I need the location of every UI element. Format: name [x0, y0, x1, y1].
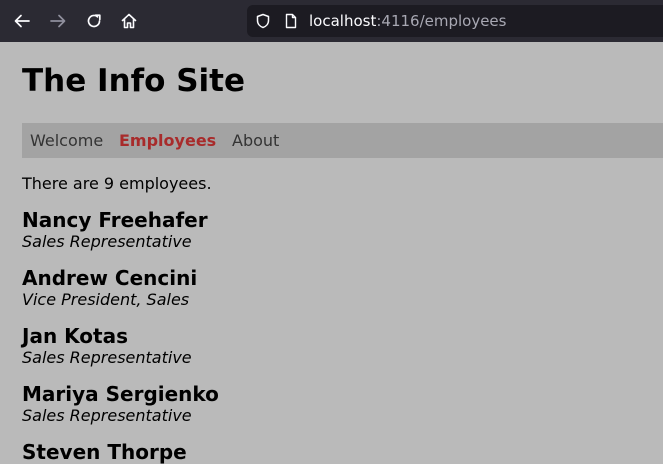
site-title: The Info Site	[22, 63, 246, 99]
nav-link-about[interactable]: About	[232, 131, 279, 151]
back-arrow-icon	[14, 14, 30, 28]
employee-count: There are 9 employees.	[22, 174, 212, 193]
nav-link-employees[interactable]: Employees	[119, 131, 216, 151]
url-text[interactable]: localhost:4116/employees	[309, 12, 506, 30]
employee-title: Sales Representative	[22, 232, 192, 251]
employee-title: Sales Representative	[22, 348, 192, 367]
site-nav: Welcome Employees About	[22, 123, 663, 158]
reload-icon	[87, 14, 101, 28]
url-path: :4116/employees	[376, 12, 507, 30]
employee-name: Jan Kotas	[22, 324, 128, 348]
reload-button[interactable]	[81, 9, 107, 33]
employee-item: Nancy Freehafer Sales Representative	[22, 208, 622, 252]
employee-item: Mariya Sergienko Sales Representative	[22, 382, 622, 426]
browser-toolbar: localhost:4116/employees	[0, 0, 663, 42]
employee-title: Vice President, Sales	[22, 290, 190, 309]
employee-name: Nancy Freehafer	[22, 208, 208, 232]
employee-name: Steven Thorpe	[22, 440, 187, 464]
url-host: localhost	[309, 12, 377, 30]
employee-item: Jan Kotas Sales Representative	[22, 324, 622, 368]
employee-title: Sales Representative	[22, 406, 192, 425]
page-content: The Info Site Welcome Employees About Th…	[0, 42, 663, 464]
employee-name: Mariya Sergienko	[22, 382, 219, 406]
home-button[interactable]	[116, 9, 142, 33]
address-bar[interactable]: localhost:4116/employees	[247, 5, 663, 37]
forward-arrow-icon	[50, 14, 66, 28]
employee-item: Steven Thorpe	[22, 440, 622, 464]
forward-button[interactable]	[45, 9, 71, 33]
shield-icon[interactable]	[255, 13, 271, 29]
nav-link-welcome[interactable]: Welcome	[30, 131, 103, 151]
back-button[interactable]	[9, 9, 35, 33]
page-icon[interactable]	[283, 13, 299, 29]
employee-item: Andrew Cencini Vice President, Sales	[22, 266, 622, 310]
home-icon	[121, 13, 137, 29]
employee-name: Andrew Cencini	[22, 266, 198, 290]
